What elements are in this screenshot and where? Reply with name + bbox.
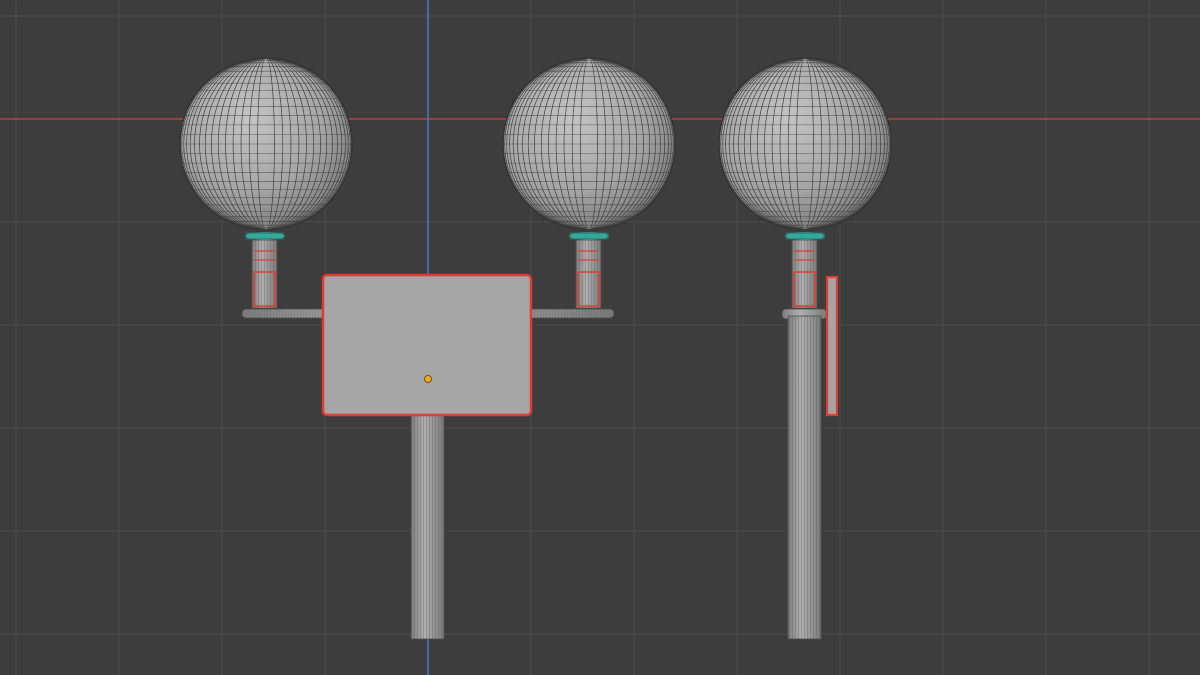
lamp-post-front[interactable] <box>410 413 445 640</box>
lamp-neck-left[interactable] <box>245 232 285 309</box>
lamp-globe-left[interactable] <box>179 57 353 231</box>
lamp-neck-side[interactable] <box>785 232 825 309</box>
lamp-assembly-side[interactable] <box>718 57 892 640</box>
object-origin-icon <box>424 375 432 383</box>
3d-viewport[interactable] <box>0 0 1200 675</box>
sign-panel[interactable] <box>321 273 533 417</box>
viewport-canvas[interactable] <box>0 0 1200 675</box>
sign-panel-side[interactable] <box>825 275 839 417</box>
lamp-globe-center[interactable] <box>502 57 676 231</box>
lamp-globe-side[interactable] <box>718 57 892 231</box>
lamp-post-side[interactable] <box>781 308 828 640</box>
lamp-neck-center[interactable] <box>569 232 609 309</box>
